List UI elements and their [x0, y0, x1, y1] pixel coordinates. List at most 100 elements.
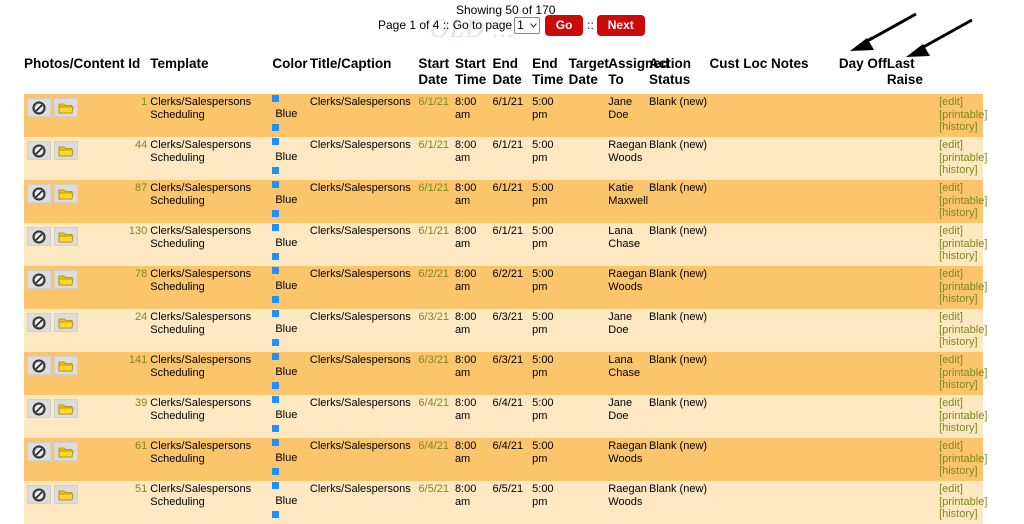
col-last-raise[interactable]: Last Raise	[887, 54, 939, 94]
content-id[interactable]: 78	[82, 266, 151, 309]
start-date-cell[interactable]: 6/3/21	[418, 352, 455, 395]
printable-link[interactable]: [printable]	[939, 238, 987, 251]
edit-link[interactable]: [edit]	[939, 268, 983, 281]
row-actions: [edit] [printable] [history]	[939, 395, 987, 438]
block-icon[interactable]	[27, 98, 51, 117]
block-icon[interactable]	[27, 227, 51, 246]
page-select[interactable]: 1	[514, 16, 541, 34]
color-label: Blue	[275, 194, 298, 206]
printable-link[interactable]: [printable]	[939, 496, 987, 509]
content-id[interactable]: 24	[82, 309, 151, 352]
printable-link[interactable]: [printable]	[939, 453, 987, 466]
history-link[interactable]: [history]	[939, 121, 983, 134]
printable-link[interactable]: [printable]	[939, 109, 987, 122]
edit-link[interactable]: [edit]	[939, 182, 983, 195]
folder-icon[interactable]	[54, 313, 78, 332]
edit-link[interactable]: [edit]	[939, 354, 983, 367]
col-end-time[interactable]: End Time	[532, 54, 569, 94]
content-id[interactable]: 61	[82, 438, 151, 481]
history-link[interactable]: [history]	[939, 379, 983, 392]
content-id[interactable]: 1	[82, 94, 151, 137]
folder-icon[interactable]	[54, 485, 78, 504]
folder-icon[interactable]	[54, 356, 78, 375]
edit-link[interactable]: [edit]	[939, 483, 983, 496]
block-icon[interactable]	[27, 141, 51, 160]
history-link[interactable]: [history]	[939, 465, 983, 478]
edit-link[interactable]: [edit]	[939, 139, 983, 152]
edit-link[interactable]: [edit]	[939, 311, 983, 324]
block-icon[interactable]	[27, 313, 51, 332]
block-icon[interactable]	[27, 399, 51, 418]
col-photos-content-id[interactable]: Photos/Content Id	[24, 54, 150, 94]
folder-icon[interactable]	[54, 399, 78, 418]
folder-icon[interactable]	[54, 270, 78, 289]
col-start-date[interactable]: Start Date	[418, 54, 455, 94]
history-link[interactable]: [history]	[939, 336, 983, 349]
history-link[interactable]: [history]	[939, 164, 983, 177]
folder-icon[interactable]	[54, 442, 78, 461]
history-link[interactable]: [history]	[939, 207, 983, 220]
start-date-cell[interactable]: 6/2/21	[418, 266, 455, 309]
table-body: 1 Clerks/Salespersons Scheduling Blue Cl…	[24, 94, 987, 524]
col-template[interactable]: Template	[150, 54, 272, 94]
block-icon[interactable]	[27, 184, 51, 203]
assigned-cell: Raegan Woods	[608, 438, 649, 481]
start-date-cell[interactable]: 6/4/21	[418, 395, 455, 438]
printable-link[interactable]: [printable]	[939, 281, 987, 294]
block-icon[interactable]	[27, 442, 51, 461]
content-id[interactable]: 44	[82, 137, 151, 180]
history-link[interactable]: [history]	[939, 422, 983, 435]
folder-icon[interactable]	[54, 227, 78, 246]
col-target-date[interactable]: Target Date	[569, 54, 609, 94]
template-cell: Clerks/Salespersons Scheduling	[150, 223, 273, 266]
edit-link[interactable]: [edit]	[939, 397, 983, 410]
start-date-cell[interactable]: 6/1/21	[418, 137, 455, 180]
content-id[interactable]: 39	[82, 395, 151, 438]
history-link[interactable]: [history]	[939, 250, 983, 263]
template-cell: Clerks/Salespersons Scheduling	[150, 395, 273, 438]
last-raise-cell	[886, 352, 940, 395]
edit-link[interactable]: [edit]	[939, 96, 983, 109]
block-icon[interactable]	[27, 270, 51, 289]
printable-link[interactable]: [printable]	[939, 324, 987, 337]
content-id[interactable]: 51	[82, 481, 151, 524]
folder-icon[interactable]	[54, 184, 78, 203]
row-icons	[24, 397, 82, 418]
col-assigned-to[interactable]: Assigned To	[608, 54, 669, 94]
printable-link[interactable]: [printable]	[939, 152, 987, 165]
printable-link[interactable]: [printable]	[939, 367, 987, 380]
col-start-time[interactable]: Start Time	[455, 54, 493, 94]
folder-icon[interactable]	[54, 98, 78, 117]
day-off-cell	[838, 137, 887, 180]
col-end-date[interactable]: End Date	[493, 54, 533, 94]
printable-link[interactable]: [printable]	[939, 410, 987, 423]
col-color[interactable]: Color	[272, 54, 310, 94]
printable-link[interactable]: [printable]	[939, 195, 987, 208]
table-row: 78 Clerks/Salespersons Scheduling Blue C…	[24, 266, 987, 309]
start-date-cell[interactable]: 6/5/21	[418, 481, 455, 524]
content-id[interactable]: 87	[82, 180, 151, 223]
block-icon[interactable]	[27, 485, 51, 504]
start-date-cell[interactable]: 6/1/21	[418, 180, 455, 223]
col-title-caption[interactable]: Title/Caption	[310, 54, 419, 94]
history-link[interactable]: [history]	[939, 293, 983, 306]
folder-icon[interactable]	[54, 141, 78, 160]
go-button[interactable]: Go	[545, 14, 584, 36]
col-cust-loc-notes[interactable]: Cust Loc Notes	[710, 54, 839, 94]
next-button[interactable]: Next	[596, 14, 645, 36]
col-action-status[interactable]: Action Status	[649, 54, 710, 94]
start-date-cell[interactable]: 6/1/21	[418, 223, 455, 266]
start-date-cell[interactable]: 6/3/21	[418, 309, 455, 352]
edit-link[interactable]: [edit]	[939, 440, 983, 453]
table-row: 1 Clerks/Salespersons Scheduling Blue Cl…	[24, 94, 987, 137]
color-cell: Blue	[272, 309, 310, 352]
content-id[interactable]: 141	[82, 352, 151, 395]
block-icon[interactable]	[27, 356, 51, 375]
edit-link[interactable]: [edit]	[939, 225, 983, 238]
history-link[interactable]: [history]	[939, 508, 983, 521]
start-date-cell[interactable]: 6/4/21	[418, 438, 455, 481]
end-time-cell: 5:00 pm	[532, 94, 569, 137]
content-id[interactable]: 130	[82, 223, 151, 266]
start-date-cell[interactable]: 6/1/21	[418, 94, 455, 137]
col-day-off[interactable]: Day Off	[839, 54, 887, 94]
